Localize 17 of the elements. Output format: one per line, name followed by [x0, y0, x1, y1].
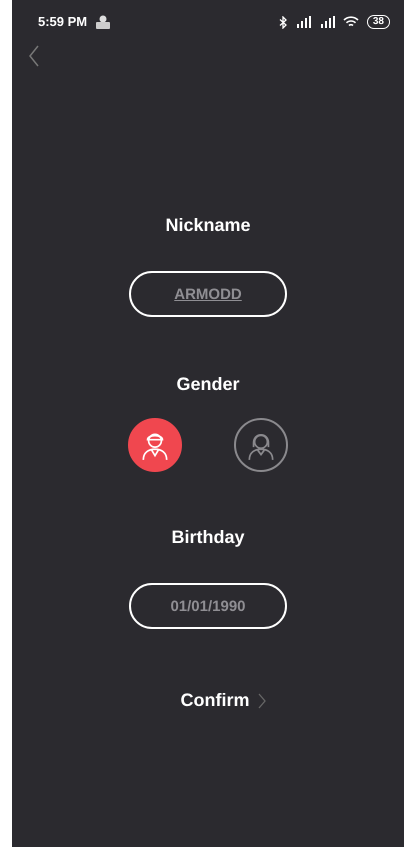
gender-label: Gender [176, 373, 240, 396]
back-icon[interactable] [28, 44, 40, 67]
birthday-field[interactable]: 01/01/1990 [129, 583, 287, 629]
chevron-icon [258, 692, 266, 708]
bluetooth-icon [278, 16, 287, 28]
female-option[interactable] [234, 418, 288, 472]
time: 5:59 PM [38, 13, 88, 32]
nickname-label: Nickname [165, 214, 251, 237]
nickname-field[interactable]: ARMODD [129, 271, 287, 317]
signal-icon [318, 16, 335, 28]
confirm-button[interactable]: Confirm [180, 687, 266, 714]
battery-level: 38 [366, 15, 390, 29]
birthday-label: Birthday [171, 526, 244, 549]
notification-icon [95, 15, 112, 29]
wifi-icon [342, 16, 359, 28]
signal-icon [294, 16, 311, 28]
male-option[interactable] [128, 418, 182, 472]
